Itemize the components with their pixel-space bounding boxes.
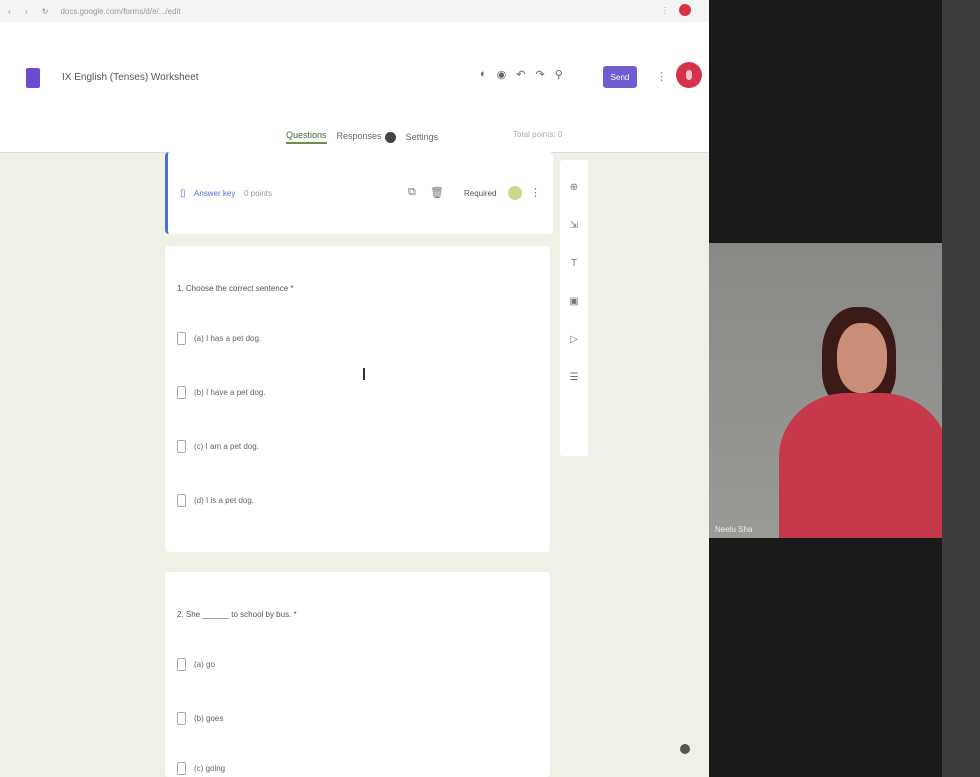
forms-header: IX English (Tenses) Worksheet ◐ ◉ ↶ ↷ ⚲ … [0,22,709,153]
undo-icon[interactable]: ↶ [516,68,525,81]
image-icon[interactable]: ▣ [569,296,578,307]
question-text: 1. Choose the correct sentence * [177,284,294,293]
mouse-cursor [363,368,365,380]
meeting-side-panel [942,0,980,777]
radio-icon[interactable] [177,332,186,345]
required-label: Required [464,189,497,198]
option-label: (c) I am a pet dog. [194,442,259,451]
shared-screen: ‹ › ↻ docs.google.com/forms/d/e/.../edit… [0,0,709,777]
total-points: Total points: 0 [513,130,563,139]
radio-icon[interactable] [177,440,186,453]
answer-key-card[interactable]: ▯ Answer key 0 points ⧉ 🗑 Required ⋮ [165,152,553,234]
option-label: (c) going [194,764,226,773]
link-icon[interactable]: ⚲ [555,68,563,81]
points-label: 0 points [244,189,273,198]
redo-icon[interactable]: ↷ [535,68,544,81]
help-icon[interactable] [680,744,690,754]
option-item[interactable]: (d) I is a pet dog. [177,494,254,507]
delete-icon[interactable]: 🗑 [430,186,444,199]
participant-body [779,393,942,538]
answer-key-label[interactable]: Answer key [194,189,235,198]
palette-icon[interactable]: ◐ [480,68,487,81]
question-text: 2. She ______ to school by bus. * [177,610,297,619]
header-toolbar: ◐ ◉ ↶ ↷ ⚲ [480,68,563,81]
radio-icon[interactable] [177,494,186,507]
tab-questions[interactable]: Questions [286,130,327,144]
floating-toolbar: ⊕ ⇲ T ▣ ▷ ☰ [560,160,588,456]
section-icon[interactable]: ☰ [570,372,579,383]
participant-face [837,323,887,393]
send-button[interactable]: Send [603,66,637,88]
url-text[interactable]: docs.google.com/forms/d/e/.../edit [60,7,360,16]
tab-settings[interactable]: Settings [406,132,439,142]
option-label: (a) go [194,660,215,669]
video-icon[interactable]: ▷ [570,334,578,345]
tab-responses[interactable]: Responses [336,131,396,143]
option-item[interactable]: (b) goes [177,712,223,725]
avatar[interactable] [676,62,702,88]
radio-icon[interactable] [177,386,186,399]
option-item[interactable]: (c) going [177,762,225,775]
question-card-2[interactable]: 2. She ______ to school by bus. * (a) go… [165,572,550,777]
question-card-1[interactable]: 1. Choose the correct sentence * (a) I h… [165,246,550,552]
radio-icon[interactable] [177,658,186,671]
option-item[interactable]: (a) go [177,658,215,671]
option-item[interactable]: (b) I have a pet dog. [177,386,266,399]
response-count-badge [384,131,396,143]
option-label: (b) I have a pet dog. [194,388,266,397]
extensions-icon[interactable]: ⋮ [661,6,669,15]
profile-icon[interactable] [679,4,691,16]
option-label: (a) I has a pet dog. [194,334,262,343]
tab-responses-label: Responses [336,131,382,142]
question-more-icon[interactable]: ⋮ [530,186,541,199]
browser-address-bar[interactable]: ‹ › ↻ docs.google.com/forms/d/e/.../edit… [0,0,709,22]
participant-video[interactable]: Neelu Sha [709,243,942,538]
option-label: (b) goes [194,714,224,723]
option-label: (d) I is a pet dog. [194,496,255,505]
required-toggle[interactable] [508,186,522,200]
form-tabs: Questions Responses Settings [286,130,438,144]
preview-icon[interactable]: ◉ [497,68,507,81]
copy-icon[interactable]: ⧉ [408,186,416,199]
more-icon[interactable]: ⋮ [656,70,667,83]
form-title[interactable]: IX English (Tenses) Worksheet [62,72,199,83]
radio-icon[interactable] [177,762,186,775]
option-item[interactable]: (c) I am a pet dog. [177,440,259,453]
participant-name: Neelu Sha [715,525,753,534]
title-icon[interactable]: T [571,258,577,269]
radio-icon[interactable] [177,712,186,725]
import-icon[interactable]: ⇲ [570,220,578,231]
browser-nav-icons[interactable]: ‹ › ↻ [8,7,54,16]
answer-key-icon: ▯ [180,188,186,199]
option-item[interactable]: (a) I has a pet dog. [177,332,261,345]
forms-logo-icon[interactable] [26,68,40,88]
add-question-icon[interactable]: ⊕ [570,182,578,193]
